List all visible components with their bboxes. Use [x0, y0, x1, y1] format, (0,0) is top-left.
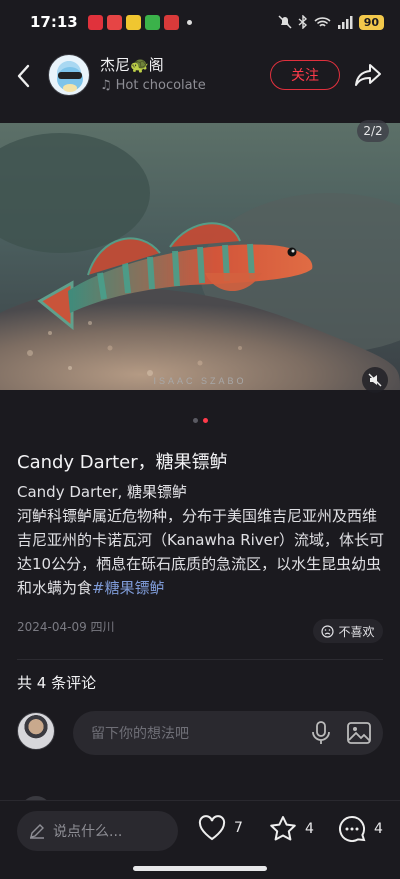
comment-input-placeholder: 留下你的想法吧 [91, 726, 189, 742]
post-date-location: 2024-04-09 四川 [17, 620, 115, 634]
squirtle-avatar-icon [57, 67, 83, 92]
green-app-icon [144, 14, 160, 30]
favorite-button[interactable]: 4 [269, 815, 314, 842]
status-bar: 17:13 90 [0, 0, 400, 44]
wifi-icon [314, 16, 331, 27]
bluetooth-icon [298, 15, 307, 29]
comment-count: 共 4 条评论 [17, 674, 97, 692]
red-app-icon [163, 14, 179, 30]
favorite-count: 4 [305, 820, 314, 837]
microphone-icon[interactable] [311, 721, 331, 745]
home-indicator[interactable] [133, 866, 267, 871]
carousel-dot-1 [192, 418, 198, 423]
author-music[interactable]: ♫ Hot chocolate [100, 78, 206, 93]
like-button[interactable]: 7 [198, 815, 243, 841]
carousel-dot-2-active [202, 418, 208, 423]
section-divider [17, 659, 383, 660]
status-indicators: 90 [278, 14, 384, 30]
signal-icon [337, 15, 353, 29]
share-icon[interactable] [354, 62, 382, 88]
post-body: Candy Darter, 糖果镖鲈 河鲈科镖鲈属近危物种，分布于美国维吉尼亚州… [17, 480, 385, 600]
post-title: Candy Darter，糖果镖鲈 [17, 452, 228, 473]
post-header: 杰尼🐢阁 ♫ Hot chocolate 关注 [0, 48, 400, 104]
like-count: 7 [234, 820, 243, 836]
photo-watermark: ISAAC SZABO [153, 376, 246, 386]
comment-button[interactable]: 4 [338, 815, 383, 842]
pencil-icon [30, 824, 44, 839]
speaker-mute-icon [368, 373, 382, 387]
author-avatar[interactable] [48, 54, 90, 96]
image-upload-icon[interactable] [347, 722, 371, 744]
image-counter: 2/2 [357, 120, 389, 142]
news-app-icon [106, 14, 122, 30]
back-arrow-icon[interactable] [14, 62, 34, 90]
weibo-app-icon [87, 14, 103, 30]
hashtag-link[interactable]: #糖果镖鲈 [92, 579, 165, 597]
status-app-icons [87, 14, 192, 30]
mute-toggle-button[interactable] [362, 367, 388, 393]
follow-button[interactable]: 关注 [270, 60, 340, 90]
my-avatar [17, 712, 55, 750]
post-body-text: Candy Darter, 糖果镖鲈 河鲈科镖鲈属近危物种，分布于美国维吉尼亚州… [17, 483, 385, 597]
comment-bubble-icon [339, 815, 366, 842]
say-something-input[interactable]: 说点什么... [17, 811, 178, 851]
dislike-label: 不喜欢 [338, 624, 375, 639]
status-time: 17:13 [30, 13, 78, 31]
yellow-app-icon [125, 14, 141, 30]
heart-icon [198, 815, 226, 841]
mute-bell-icon [278, 15, 292, 29]
battery-level: 90 [358, 14, 384, 30]
comment-count-bottom: 4 [374, 820, 383, 837]
comment-input[interactable]: 留下你的想法吧 [73, 711, 383, 755]
music-title: Hot chocolate [115, 78, 206, 93]
bottom-action-bar: 说点什么... 7 4 4 [0, 800, 400, 879]
carousel-indicator [0, 418, 400, 423]
post-photo[interactable]: ISAAC SZABO [0, 123, 400, 390]
say-something-placeholder: 说点什么... [53, 824, 123, 840]
dislike-button[interactable]: 不喜欢 [313, 619, 383, 643]
author-name[interactable]: 杰尼🐢阁 [100, 54, 164, 75]
music-note-icon: ♫ [100, 78, 112, 93]
candy-darter-photo: ISAAC SZABO [0, 123, 400, 390]
more-notifications-icon [186, 19, 192, 25]
star-icon [270, 816, 296, 841]
sad-face-icon [321, 624, 335, 638]
